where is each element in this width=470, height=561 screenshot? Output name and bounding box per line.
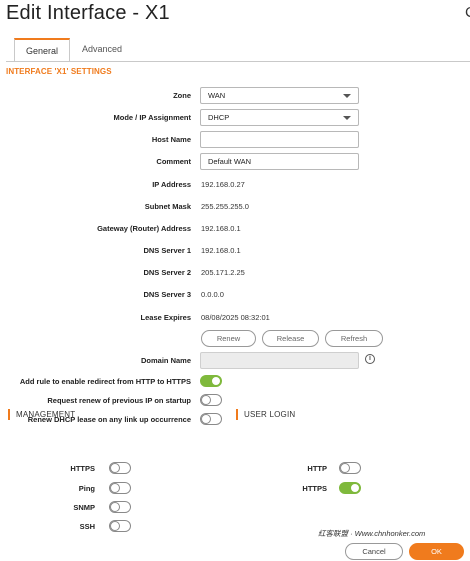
- redirect-label: Add rule to enable redirect from HTTP to…: [19, 377, 191, 386]
- ip-address-label: IP Address: [152, 180, 191, 189]
- dns2-value: 205.171.2.25: [201, 268, 245, 277]
- chevron-down-icon: [343, 94, 351, 98]
- chevron-down-icon: [343, 116, 351, 120]
- tab-general[interactable]: General: [14, 38, 71, 62]
- request-renew-label: Request renew of previous IP on startup: [47, 396, 191, 405]
- domain-name-input: [200, 352, 359, 369]
- mode-value: DHCP: [208, 113, 230, 122]
- tab-bar: General Advanced: [14, 38, 134, 62]
- login-http-label: HTTP: [307, 464, 327, 473]
- toggle-knob: [110, 463, 120, 473]
- redirect-toggle[interactable]: [200, 375, 222, 387]
- tab-divider: [6, 61, 470, 62]
- zone-label: Zone: [173, 91, 191, 100]
- request-renew-toggle[interactable]: [200, 394, 222, 406]
- login-http-toggle[interactable]: [339, 462, 361, 474]
- section-title: INTERFACE 'X1' SETTINGS: [6, 67, 112, 76]
- watermark: 红客联盟 · Www.chnhonker.com: [318, 529, 426, 538]
- mgmt-ping-label: Ping: [78, 484, 95, 493]
- info-icon[interactable]: i: [365, 354, 375, 364]
- toggle-knob: [110, 521, 120, 531]
- refresh-button[interactable]: Refresh: [325, 330, 383, 347]
- subnet-mask-value: 255.255.255.0: [201, 202, 249, 211]
- cropped-edge-text: C: [465, 4, 470, 21]
- renew-button[interactable]: Renew: [201, 330, 256, 347]
- subnet-mask-label: Subnet Mask: [144, 202, 191, 211]
- comment-label: Comment: [156, 157, 191, 166]
- domain-name-label: Domain Name: [140, 356, 191, 365]
- mgmt-snmp-toggle[interactable]: [109, 501, 131, 513]
- dns2-label: DNS Server 2: [143, 268, 191, 277]
- ok-button[interactable]: OK: [409, 543, 464, 560]
- host-name-input[interactable]: [200, 131, 359, 148]
- dns1-label: DNS Server 1: [143, 246, 191, 255]
- zone-value: WAN: [208, 91, 226, 100]
- toggle-knob: [340, 463, 350, 473]
- management-heading: MANAGEMENT: [8, 409, 75, 420]
- gateway-label: Gateway (Router) Address: [97, 224, 191, 233]
- lease-expires-value: 08/08/2025 08:32:01: [201, 313, 270, 322]
- mgmt-https-label: HTTPS: [70, 464, 95, 473]
- toggle-knob: [110, 502, 120, 512]
- toggle-knob: [201, 395, 211, 405]
- mode-select[interactable]: DHCP: [200, 109, 359, 126]
- host-name-label: Host Name: [151, 135, 191, 144]
- ip-address-value: 192.168.0.27: [201, 180, 245, 189]
- dialog-title: Edit Interface - X1: [6, 2, 170, 24]
- dns3-label: DNS Server 3: [143, 290, 191, 299]
- login-https-label: HTTPS: [302, 484, 327, 493]
- cancel-button[interactable]: Cancel: [345, 543, 403, 560]
- lease-expires-label: Lease Expires: [140, 313, 191, 322]
- toggle-knob: [110, 483, 120, 493]
- tab-advanced[interactable]: Advanced: [70, 38, 134, 62]
- toggle-knob: [201, 414, 211, 424]
- toggle-knob: [350, 483, 360, 493]
- mgmt-ping-toggle[interactable]: [109, 482, 131, 494]
- gateway-value: 192.168.0.1: [201, 224, 241, 233]
- user-login-heading: USER LOGIN: [236, 409, 295, 420]
- toggle-knob: [211, 376, 221, 386]
- login-https-toggle[interactable]: [339, 482, 361, 494]
- mgmt-snmp-label: SNMP: [73, 503, 95, 512]
- mgmt-https-toggle[interactable]: [109, 462, 131, 474]
- comment-input[interactable]: Default WAN: [200, 153, 359, 170]
- zone-select[interactable]: WAN: [200, 87, 359, 104]
- dns3-value: 0.0.0.0: [201, 290, 224, 299]
- mgmt-ssh-label: SSH: [79, 522, 95, 531]
- renew-link-toggle[interactable]: [200, 413, 222, 425]
- mode-label: Mode / IP Assignment: [113, 113, 191, 122]
- mgmt-ssh-toggle[interactable]: [109, 520, 131, 532]
- release-button[interactable]: Release: [262, 330, 319, 347]
- dns1-value: 192.168.0.1: [201, 246, 241, 255]
